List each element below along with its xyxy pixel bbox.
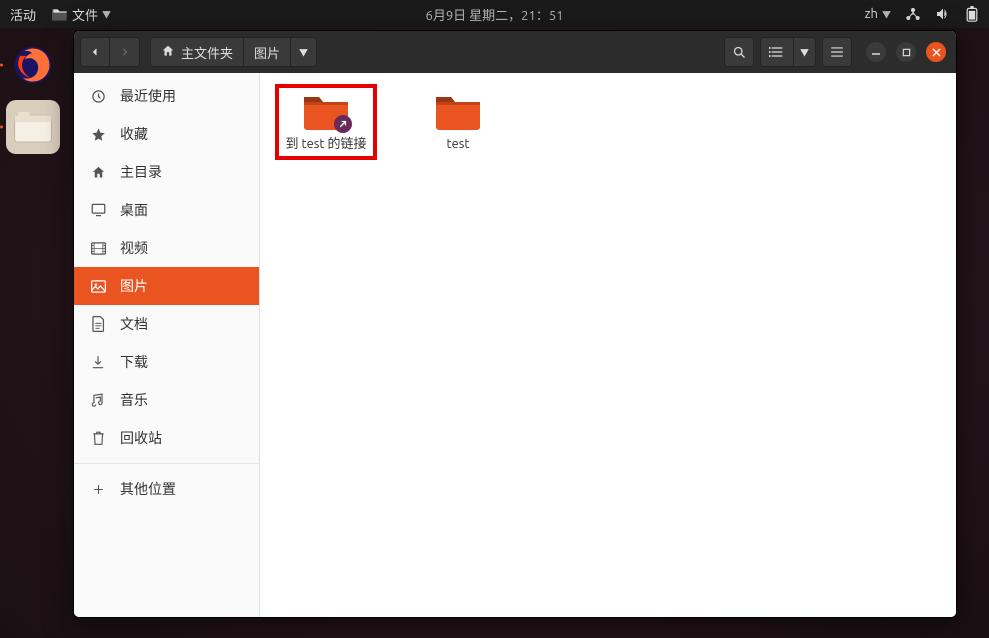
file-item-link-to-test[interactable]: 到 test 的链接 xyxy=(278,87,374,157)
maximize-button[interactable] xyxy=(896,42,916,62)
maximize-icon xyxy=(902,48,911,57)
app-menu-label: 文件 xyxy=(72,5,98,24)
sidebar-item-label: 收藏 xyxy=(120,124,148,144)
sidebar-item-desktop[interactable]: 桌面 xyxy=(74,191,259,229)
dock-item-files[interactable] xyxy=(6,100,60,154)
header-bar: 主文件夹 图片 ▼ ▼ xyxy=(74,31,956,73)
sidebar-item-pictures[interactable]: 图片 xyxy=(74,267,259,305)
home-icon xyxy=(161,44,175,61)
path-dropdown-button[interactable]: ▼ xyxy=(291,37,317,67)
path-segment-home[interactable]: 主文件夹 xyxy=(150,37,244,67)
sidebar-item-label: 最近使用 xyxy=(120,86,176,106)
list-icon xyxy=(769,45,785,59)
sidebar-item-label: 视频 xyxy=(120,238,148,258)
caret-down-icon: ▼ xyxy=(299,46,308,59)
sidebar-item-label: 桌面 xyxy=(120,200,148,220)
file-item-test[interactable]: test xyxy=(410,87,506,157)
sidebar-item-videos[interactable]: 视频 xyxy=(74,229,259,267)
trash-icon xyxy=(90,431,106,446)
sidebar-item-home[interactable]: 主目录 xyxy=(74,153,259,191)
hamburger-menu-button[interactable] xyxy=(822,37,852,67)
clock-icon xyxy=(90,89,106,104)
list-view-button[interactable] xyxy=(760,37,794,67)
navigation-buttons xyxy=(80,37,140,67)
path-bar: 主文件夹 图片 ▼ xyxy=(150,37,317,67)
input-source-indicator[interactable]: zh ▼ xyxy=(865,7,891,21)
image-icon xyxy=(90,280,106,293)
path-home-label: 主文件夹 xyxy=(181,43,233,62)
caret-down-icon: ▼ xyxy=(102,8,111,21)
file-manager-window: 主文件夹 图片 ▼ ▼ xyxy=(73,30,957,618)
volume-icon[interactable] xyxy=(935,6,951,22)
sidebar-item-documents[interactable]: 文档 xyxy=(74,305,259,343)
sidebar-item-other-locations[interactable]: 其他位置 xyxy=(74,470,259,508)
icon-view[interactable]: 到 test 的链接 test xyxy=(260,73,956,617)
back-button[interactable] xyxy=(80,37,110,67)
hamburger-icon xyxy=(830,46,844,58)
folder-icon xyxy=(434,91,482,131)
sidebar-item-trash[interactable]: 回收站 xyxy=(74,419,259,457)
star-icon xyxy=(90,127,106,142)
file-label: 到 test 的链接 xyxy=(286,135,367,153)
window-controls xyxy=(858,42,950,62)
music-icon xyxy=(90,393,106,408)
sidebar-item-downloads[interactable]: 下载 xyxy=(74,343,259,381)
symlink-badge-icon xyxy=(334,115,352,133)
sidebar-item-label: 主目录 xyxy=(120,162,162,182)
minimize-button[interactable] xyxy=(866,42,886,62)
sidebar-item-label: 图片 xyxy=(120,276,148,296)
gnome-top-bar: 活动 文件 ▼ 6月9日 星期二，21：51 zh ▼ xyxy=(0,0,989,28)
sidebar-separator xyxy=(74,463,259,464)
desktop-icon xyxy=(90,203,106,217)
view-options-button[interactable]: ▼ xyxy=(794,37,816,67)
sidebar-item-starred[interactable]: 收藏 xyxy=(74,115,259,153)
caret-down-icon: ▼ xyxy=(882,8,891,21)
plus-icon xyxy=(90,483,106,496)
download-icon xyxy=(90,355,106,370)
sidebar-item-recent[interactable]: 最近使用 xyxy=(74,77,259,115)
places-sidebar: 最近使用 收藏 主目录 桌面 视频 图片 xyxy=(74,73,260,617)
path-segment-current[interactable]: 图片 xyxy=(244,37,291,67)
folder-link-icon xyxy=(302,91,350,131)
minimize-icon xyxy=(871,47,881,57)
sidebar-item-label: 其他位置 xyxy=(120,479,176,499)
sidebar-item-label: 文档 xyxy=(120,314,148,334)
activities-button[interactable]: 活动 xyxy=(10,5,36,24)
dock-item-firefox[interactable] xyxy=(6,38,60,92)
dock xyxy=(0,28,66,638)
power-icon[interactable] xyxy=(965,6,979,22)
search-icon xyxy=(732,45,747,60)
sidebar-item-label: 下载 xyxy=(120,352,148,372)
caret-down-icon: ▼ xyxy=(800,46,809,59)
sidebar-item-label: 回收站 xyxy=(120,428,162,448)
network-icon[interactable] xyxy=(905,6,921,22)
input-source-label: zh xyxy=(865,7,878,21)
folder-icon xyxy=(52,7,68,21)
sidebar-item-music[interactable]: 音乐 xyxy=(74,381,259,419)
view-toggle: ▼ xyxy=(760,37,816,67)
app-menu[interactable]: 文件 ▼ xyxy=(52,5,111,24)
path-current-label: 图片 xyxy=(254,43,280,62)
clock[interactable]: 6月9日 星期二，21：51 xyxy=(426,5,564,24)
close-icon xyxy=(932,48,941,57)
document-icon xyxy=(90,316,106,332)
file-label: test xyxy=(446,135,469,153)
search-button[interactable] xyxy=(724,37,754,67)
sidebar-item-label: 音乐 xyxy=(120,390,148,410)
close-button[interactable] xyxy=(926,42,946,62)
home-icon xyxy=(90,165,106,180)
forward-button[interactable] xyxy=(110,37,140,67)
video-icon xyxy=(90,242,106,255)
